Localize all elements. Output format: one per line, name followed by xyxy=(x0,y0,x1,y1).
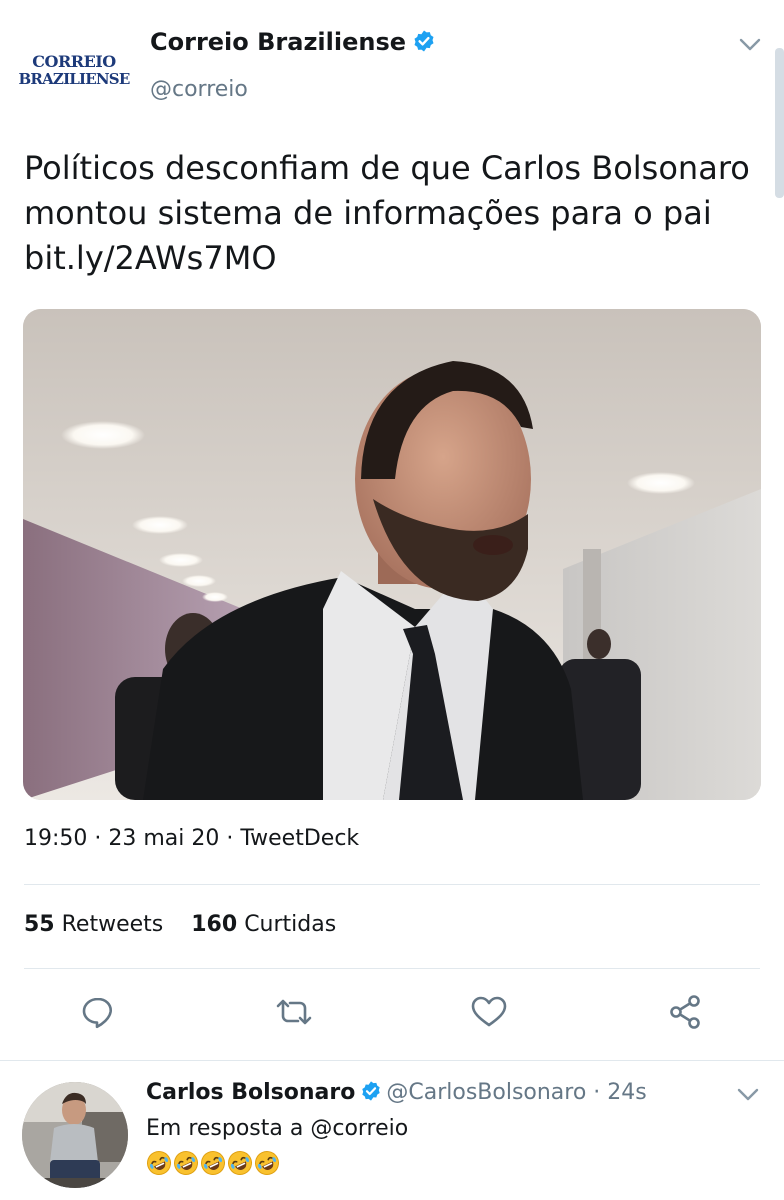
tweet-text-line: Políticos desconfiam de que Carlos Bolso… xyxy=(24,149,750,187)
tweet-text-line: montou sistema de informações para o pai xyxy=(24,194,712,232)
likes-stat[interactable]: 160 Curtidas xyxy=(191,912,336,937)
tweet-text: Políticos desconfiam de que Carlos Bolso… xyxy=(24,146,754,281)
retweets-label: Retweets xyxy=(61,912,164,937)
retweet-icon xyxy=(274,994,314,1034)
laughing-emoji-icon xyxy=(227,1150,253,1176)
verified-badge-icon xyxy=(412,29,436,59)
author-handle[interactable]: @correio xyxy=(150,77,248,102)
laughing-emoji-icon xyxy=(146,1150,172,1176)
share-icon xyxy=(667,994,703,1034)
reply-button[interactable] xyxy=(76,992,120,1036)
retweets-count: 55 xyxy=(24,912,55,937)
scrollbar-thumb[interactable] xyxy=(775,48,784,198)
divider xyxy=(24,968,760,969)
chevron-down-icon[interactable] xyxy=(738,36,762,56)
likes-label: Curtidas xyxy=(244,912,337,937)
tweet-stats: 55 Retweets 160 Curtidas xyxy=(24,912,336,937)
reply-author-handle-time[interactable]: @CarlosBolsonaro · 24s xyxy=(386,1080,646,1105)
reply-author-name[interactable]: Carlos Bolsonaro xyxy=(146,1080,355,1105)
author-name-row[interactable]: Correio Braziliense xyxy=(150,28,436,59)
reply-author-avatar[interactable] xyxy=(22,1082,128,1188)
reply-header[interactable]: Carlos Bolsonaro @CarlosBolsonaro · 24s xyxy=(146,1080,647,1108)
retweets-stat[interactable]: 55 Retweets xyxy=(24,912,163,937)
share-button[interactable] xyxy=(663,992,707,1036)
tweet-photo[interactable] xyxy=(23,309,761,800)
likes-count: 160 xyxy=(191,912,238,937)
reply-text: 🤣🤣🤣🤣🤣 xyxy=(146,1150,281,1176)
reply-icon xyxy=(80,994,116,1034)
logo-text-line2: BRAZILIENSE xyxy=(18,69,131,88)
logo-text-line1: CORREIO xyxy=(32,51,116,71)
reply-emoji-row xyxy=(146,1150,281,1175)
tweet-link[interactable]: bit.ly/2AWs7MO xyxy=(24,236,754,281)
tweet-timestamp-source[interactable]: 19:50 · 23 mai 20 · TweetDeck xyxy=(24,826,359,851)
divider xyxy=(0,1060,784,1061)
like-icon xyxy=(470,994,508,1034)
retweet-button[interactable] xyxy=(272,992,316,1036)
author-avatar[interactable]: CORREIO BRAZILIENSE xyxy=(19,18,130,122)
verified-badge-icon xyxy=(360,1080,382,1108)
author-name[interactable]: Correio Braziliense xyxy=(150,28,406,56)
like-button[interactable] xyxy=(467,992,511,1036)
laughing-emoji-icon xyxy=(200,1150,226,1176)
laughing-emoji-icon xyxy=(254,1150,280,1176)
laughing-emoji-icon xyxy=(173,1150,199,1176)
divider xyxy=(24,884,760,885)
reply-chevron-down-icon[interactable] xyxy=(736,1086,760,1106)
in-reply-to[interactable]: Em resposta a @correio xyxy=(146,1116,408,1141)
